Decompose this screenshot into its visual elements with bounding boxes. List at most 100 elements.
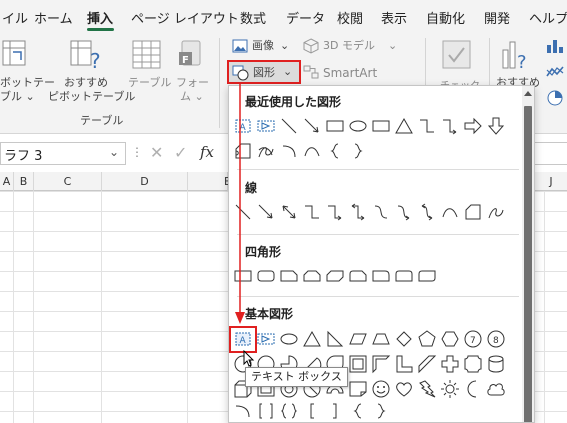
round-diagonal-rect-icon[interactable] bbox=[417, 266, 437, 286]
scroll-up-icon[interactable] bbox=[524, 90, 532, 98]
snip-same-side-rect-icon[interactable] bbox=[302, 266, 322, 286]
tab-automate[interactable]: 自動化 bbox=[426, 8, 465, 27]
smartart-button[interactable]: SmartArt bbox=[303, 64, 387, 82]
curve-icon[interactable] bbox=[302, 141, 322, 161]
image-button[interactable]: 画像 ⌄ bbox=[230, 37, 292, 55]
vertical-text-box-icon[interactable] bbox=[256, 116, 276, 136]
pie-chart-icon[interactable] bbox=[546, 90, 564, 106]
right-brace-icon[interactable] bbox=[348, 141, 368, 161]
curved-arrow-connector-icon[interactable] bbox=[394, 202, 414, 222]
column-header-a[interactable]: A bbox=[0, 172, 14, 191]
snip-round-rect-icon[interactable] bbox=[348, 266, 368, 286]
triangle-icon[interactable] bbox=[394, 116, 414, 136]
insert-function-button[interactable]: fx bbox=[200, 143, 214, 161]
curved-connector-icon[interactable] bbox=[371, 202, 391, 222]
tab-insert[interactable]: 挿入 bbox=[87, 8, 113, 27]
tab-home[interactable]: ホーム bbox=[34, 8, 73, 27]
column-header-e[interactable]: E bbox=[188, 172, 231, 191]
round-same-side-rect-icon[interactable] bbox=[394, 266, 414, 286]
right-brace-shape-icon[interactable] bbox=[371, 401, 391, 421]
tab-formulas[interactable]: 数式 bbox=[240, 8, 266, 27]
diagonal-stripe-icon[interactable] bbox=[417, 354, 437, 374]
column-header-j[interactable]: J bbox=[535, 172, 567, 191]
oval-shape-icon[interactable] bbox=[279, 329, 299, 349]
tab-file[interactable]: イル bbox=[2, 8, 28, 27]
tab-view[interactable]: 表示 bbox=[381, 8, 407, 27]
pentagon-icon[interactable] bbox=[417, 329, 437, 349]
textbox-plain-icon[interactable] bbox=[371, 116, 391, 136]
cloud-icon[interactable] bbox=[486, 379, 506, 399]
sun-icon[interactable] bbox=[440, 379, 460, 399]
tab-developer[interactable]: 開発 bbox=[484, 8, 510, 27]
name-box-chevron-icon[interactable]: ⌄ bbox=[109, 145, 119, 159]
can-icon[interactable] bbox=[486, 354, 506, 374]
half-frame-icon[interactable] bbox=[371, 354, 391, 374]
form-button[interactable]: F フォー ム ⌄ bbox=[172, 38, 212, 103]
column-header-b[interactable]: B bbox=[14, 172, 34, 191]
frame-icon[interactable] bbox=[348, 354, 368, 374]
enter-icon[interactable]: ✓ bbox=[174, 143, 187, 162]
pivot-table-button[interactable]: ボットテー ブル ⌄ bbox=[0, 38, 55, 103]
left-brace-icon[interactable] bbox=[325, 141, 345, 161]
round-single-corner-rect-icon[interactable] bbox=[371, 266, 391, 286]
hexagon-icon[interactable] bbox=[440, 329, 460, 349]
left-bracket-icon[interactable] bbox=[302, 401, 322, 421]
elbow-arrow-connector-icon[interactable] bbox=[440, 116, 460, 136]
right-arrow-icon[interactable] bbox=[463, 116, 483, 136]
arrow-line-icon[interactable] bbox=[302, 116, 322, 136]
scroll-thumb[interactable] bbox=[524, 106, 532, 422]
diamond-icon[interactable] bbox=[394, 329, 414, 349]
scribble-line-icon[interactable] bbox=[486, 202, 506, 222]
column-header-c[interactable]: C bbox=[34, 172, 102, 191]
formula-bar-menu-icon[interactable]: ⋮ bbox=[131, 145, 143, 159]
l-shape-icon[interactable] bbox=[394, 354, 414, 374]
down-arrow-icon[interactable] bbox=[486, 116, 506, 136]
table-button[interactable]: テーブル bbox=[124, 38, 171, 100]
curve-line-icon[interactable] bbox=[440, 202, 460, 222]
elbow-connector-icon[interactable] bbox=[417, 116, 437, 136]
bar-chart-icon[interactable] bbox=[546, 38, 564, 54]
trapezoid-icon[interactable] bbox=[371, 329, 391, 349]
left-brace-shape-icon[interactable] bbox=[348, 401, 368, 421]
heptagon-icon[interactable]: 7 bbox=[463, 329, 483, 349]
double-arrow-icon[interactable] bbox=[279, 202, 299, 222]
tab-data[interactable]: データ bbox=[286, 8, 325, 27]
lightning-bolt-icon[interactable] bbox=[417, 379, 437, 399]
text-box-shape-icon[interactable]: A bbox=[233, 329, 253, 349]
name-box[interactable]: ラフ 3 ⌄ bbox=[0, 142, 126, 165]
plaque-icon[interactable] bbox=[463, 354, 483, 374]
recommended-pivot-button[interactable]: ? おすすめ ピボットテーブル bbox=[46, 38, 135, 103]
line-icon[interactable] bbox=[279, 116, 299, 136]
right-triangle-icon[interactable] bbox=[325, 329, 345, 349]
elbow-arrow-shape-icon[interactable] bbox=[325, 202, 345, 222]
3d-model-button[interactable]: 3D モデル ⌄ bbox=[303, 37, 399, 55]
heart-icon[interactable] bbox=[394, 379, 414, 399]
right-bracket-icon[interactable] bbox=[325, 401, 345, 421]
shapes-button[interactable]: 図形 ⌄ bbox=[227, 60, 301, 84]
snip-diagonal-rect-icon[interactable] bbox=[325, 266, 345, 286]
arc-shape-icon[interactable] bbox=[233, 401, 253, 421]
double-bracket-icon[interactable] bbox=[256, 401, 276, 421]
smiley-face-icon[interactable] bbox=[371, 379, 391, 399]
rectangle-icon[interactable] bbox=[325, 116, 345, 136]
tab-help[interactable]: ヘルプ bbox=[529, 8, 567, 27]
octagon-icon[interactable]: 8 bbox=[486, 329, 506, 349]
rounded-rect-icon[interactable] bbox=[256, 266, 276, 286]
folded-corner-icon[interactable] bbox=[348, 379, 368, 399]
isosceles-triangle-icon[interactable] bbox=[302, 329, 322, 349]
elbow-connector-shape-icon[interactable] bbox=[302, 202, 322, 222]
line-chart-icon[interactable] bbox=[546, 64, 564, 80]
vertical-text-box-shape-icon[interactable] bbox=[256, 329, 276, 349]
tab-page-layout[interactable]: ページ レイアウト bbox=[131, 8, 239, 27]
freeform-line-icon[interactable] bbox=[463, 202, 483, 222]
gallery-scrollbar[interactable] bbox=[522, 86, 534, 422]
curved-double-arrow-icon[interactable] bbox=[417, 202, 437, 222]
snip-corner-rect-icon[interactable] bbox=[279, 266, 299, 286]
double-brace-icon[interactable] bbox=[279, 401, 299, 421]
scribble-icon[interactable] bbox=[256, 141, 276, 161]
tab-review[interactable]: 校閲 bbox=[337, 8, 363, 27]
oval-icon[interactable] bbox=[348, 116, 368, 136]
plus-icon[interactable] bbox=[440, 354, 460, 374]
arc-icon[interactable] bbox=[279, 141, 299, 161]
cancel-icon[interactable]: ✕ bbox=[150, 143, 163, 162]
